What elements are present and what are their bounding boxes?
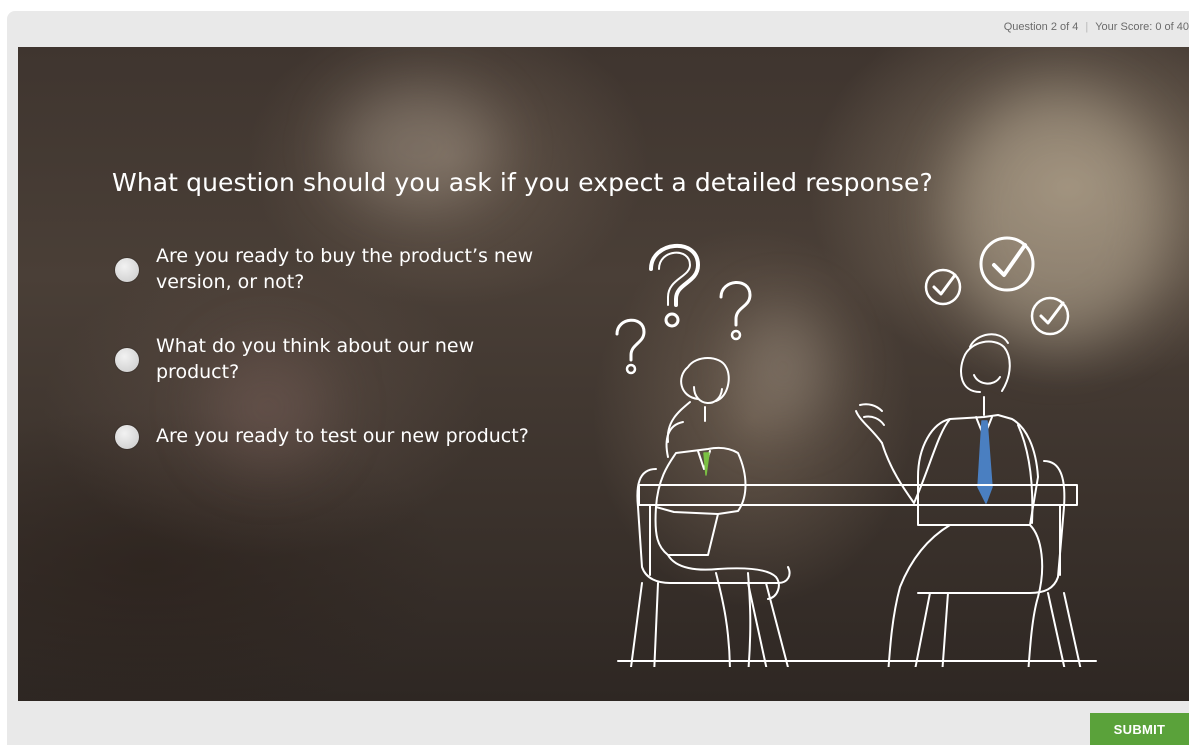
interview-illustration [615, 236, 1097, 667]
man-tie [977, 420, 993, 504]
answer-label: Are you ready to test our new product? [156, 425, 529, 447]
question-mark-icon [649, 243, 700, 328]
answer-option-2[interactable]: What do you think about our new product? [115, 333, 536, 385]
checkmark-icon [1030, 296, 1070, 336]
answer-option-3[interactable]: Are you ready to test our new product? [115, 423, 616, 449]
question-slide: What question should you ask if you expe… [18, 47, 1189, 701]
question-mark-icon [719, 281, 752, 341]
score-label: Your Score: 0 of 40 [1095, 21, 1189, 33]
quiz-player: Question 2 of 4 | Your Score: 0 of 40 What… [7, 11, 1189, 745]
status-info: Question 2 of 4 | Your Score: 0 of 40 [1004, 21, 1189, 33]
checkmark-icon [979, 236, 1035, 292]
question-progress: Question 2 of 4 [1003, 21, 1079, 33]
woman-figure [654, 357, 780, 667]
separator: | [1085, 21, 1089, 33]
top-bar: Question 2 of 4 | Your Score: 0 of 40 [7, 11, 1189, 47]
radio-button[interactable] [115, 348, 139, 372]
man-chair [914, 460, 1082, 667]
radio-button[interactable] [115, 425, 139, 449]
answer-label: What do you think about our new product? [156, 335, 475, 383]
question-text: What question should you ask if you expe… [112, 168, 933, 197]
answer-label: Are you ready to buy the product’s new v… [156, 245, 534, 293]
submit-button[interactable]: SUBMIT [1090, 713, 1189, 745]
woman-chair [630, 468, 791, 667]
table [638, 484, 1078, 576]
man-figure [855, 333, 1044, 667]
checkmark-icon [924, 268, 962, 306]
bottom-bar: SUBMIT [7, 701, 1189, 745]
question-mark-icon [615, 318, 646, 375]
radio-button[interactable] [115, 258, 139, 282]
woman-tie [703, 452, 710, 476]
answer-option-1[interactable]: Are you ready to buy the product’s new v… [115, 243, 596, 295]
